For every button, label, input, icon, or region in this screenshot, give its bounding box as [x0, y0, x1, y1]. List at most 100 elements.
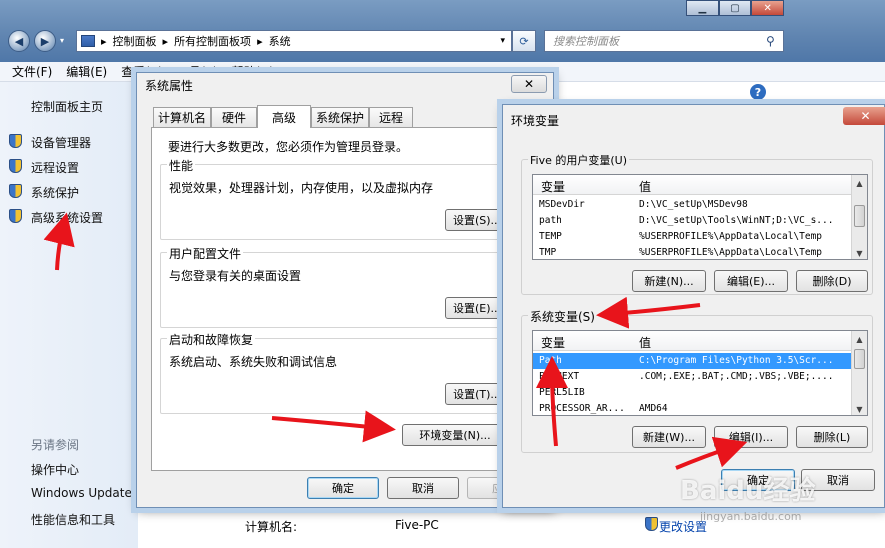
system-edit-button[interactable]: 编辑(I)...: [714, 426, 788, 448]
close-icon[interactable]: ✕: [751, 0, 785, 16]
remote-settings-link[interactable]: 远程设置: [31, 159, 79, 176]
scroll-down-icon[interactable]: ▼: [852, 245, 867, 259]
list-item[interactable]: path D:\VC_setUp\Tools\WinNT;D:\VC_s...: [533, 213, 853, 229]
group-title: 性能: [167, 157, 196, 174]
variable-value: D:\VC_setUp\Tools\WinNT;D:\VC_s...: [639, 215, 834, 226]
tab-advanced[interactable]: 高级: [257, 105, 311, 128]
variable-name: PERL5LIB: [539, 387, 585, 398]
tab-hardware[interactable]: 硬件: [211, 107, 257, 127]
system-new-button[interactable]: 新建(W)...: [632, 426, 706, 448]
scrollbar-thumb[interactable]: [854, 205, 865, 227]
address-bar[interactable]: ▸ 控制面板 ▸ 所有控制面板项 ▸ 系统 ▾: [76, 30, 512, 52]
shield-icon: [9, 159, 22, 173]
scroll-down-icon[interactable]: ▼: [852, 401, 867, 415]
minimize-icon[interactable]: ▁: [686, 0, 719, 16]
variable-value: %USERPROFILE%\AppData\Local\Temp: [639, 247, 823, 258]
shield-icon: [645, 517, 658, 531]
system-delete-button[interactable]: 删除(L): [796, 426, 868, 448]
dialog-title: 系统属性: [145, 79, 194, 93]
menu-file[interactable]: 文件(F): [12, 63, 52, 80]
list-header: 变量 值: [533, 175, 853, 195]
performance-group: 性能 视觉效果，处理器计划，内存使用，以及虚拟内存 设置(S)...: [160, 157, 536, 240]
tab-system-protection[interactable]: 系统保护: [311, 107, 369, 127]
group-title: 用户配置文件: [167, 245, 244, 262]
breadcrumb-item[interactable]: 控制面板: [113, 33, 157, 49]
watermark-url: jingyan.baidu.com: [700, 510, 802, 523]
vertical-scrollbar[interactable]: ▲ ▼: [851, 175, 867, 259]
device-manager-link[interactable]: 设备管理器: [31, 134, 91, 151]
search-input[interactable]: 搜索控制面板: [544, 30, 784, 52]
user-profiles-settings-button[interactable]: 设置(E)...: [445, 297, 509, 319]
environment-variables-button[interactable]: 环境变量(N)...: [402, 424, 508, 446]
scroll-up-icon[interactable]: ▲: [852, 331, 867, 347]
system-protection-link[interactable]: 系统保护: [31, 184, 79, 201]
left-navigation-pane: 控制面板主页 设备管理器 远程设置 系统保护 高级系统设置: [0, 82, 138, 548]
list-item[interactable]: PATHEXT .COM;.EXE;.BAT;.CMD;.VBS;.VBE;..…: [533, 369, 853, 385]
refresh-icon: ⟳: [519, 34, 529, 48]
scroll-up-icon[interactable]: ▲: [852, 175, 867, 191]
breadcrumb-separator-icon[interactable]: ▸: [257, 35, 263, 48]
control-panel-icon: [81, 35, 95, 47]
scrollbar-thumb[interactable]: [854, 349, 865, 369]
help-icon[interactable]: ?: [750, 84, 766, 100]
menu-edit[interactable]: 编辑(E): [66, 63, 107, 80]
forward-button[interactable]: ▶: [34, 30, 56, 52]
maximize-icon[interactable]: ▢: [718, 0, 752, 16]
breadcrumb-item[interactable]: 所有控制面板项: [174, 33, 251, 49]
control-panel-home-link[interactable]: 控制面板主页: [31, 98, 103, 115]
list-item[interactable]: TEMP %USERPROFILE%\AppData\Local\Temp: [533, 229, 853, 245]
variable-name: PATHEXT: [539, 371, 580, 382]
user-variables-list[interactable]: 变量 值 MSDevDir D:\VC_setUp\MSDev98 path D…: [532, 174, 868, 260]
search-icon[interactable]: ⚲: [766, 34, 775, 48]
close-button[interactable]: ✕: [511, 75, 547, 93]
list-item[interactable]: PROCESSOR_AR... AMD64: [533, 401, 853, 415]
breadcrumb-separator-icon[interactable]: ▸: [163, 35, 169, 48]
variable-value: AMD64: [639, 403, 668, 414]
vertical-scrollbar[interactable]: ▲ ▼: [851, 331, 867, 415]
column-variable[interactable]: 变量: [541, 334, 565, 351]
breadcrumb-item[interactable]: 系统: [269, 33, 291, 49]
refresh-button[interactable]: ⟳: [512, 30, 536, 52]
list-item[interactable]: PERL5LIB: [533, 385, 853, 401]
system-properties-dialog: 系统属性 ✕ 计算机名 硬件 高级 系统保护 远程 要进行大多数更改，您必须作为…: [136, 72, 554, 508]
column-value[interactable]: 值: [639, 178, 651, 195]
history-chevron-icon[interactable]: ▾: [60, 36, 64, 45]
variable-name: TEMP: [539, 231, 562, 242]
breadcrumb-separator-icon[interactable]: ▸: [101, 35, 107, 48]
close-button[interactable]: ✕: [843, 107, 885, 125]
system-variables-list[interactable]: 变量 值 Path C:\Program Files\Python 3.5\Sc…: [532, 330, 868, 416]
performance-settings-button[interactable]: 设置(S)...: [445, 209, 509, 231]
action-center-link[interactable]: 操作中心: [31, 461, 79, 478]
advanced-tab-panel: 要进行大多数更改，您必须作为管理员登录。 性能 视觉效果，处理器计划，内存使用，…: [151, 127, 541, 471]
user-new-button[interactable]: 新建(N)...: [632, 270, 706, 292]
startup-recovery-settings-button[interactable]: 设置(T)...: [445, 383, 509, 405]
variable-name: path: [539, 215, 562, 226]
system-variables-group: 系统变量(S) 变量 值 Path C:\Program Files\Pytho…: [521, 308, 873, 453]
performance-info-link[interactable]: 性能信息和工具: [31, 511, 115, 528]
column-value[interactable]: 值: [639, 334, 651, 351]
list-item[interactable]: TMP %USERPROFILE%\AppData\Local\Temp: [533, 245, 853, 259]
group-description: 视觉效果，处理器计划，内存使用，以及虚拟内存: [169, 181, 434, 195]
list-item-selected[interactable]: Path C:\Program Files\Python 3.5\Scr...: [533, 353, 853, 369]
dropdown-chevron-icon[interactable]: ▾: [500, 36, 505, 46]
variable-name: PROCESSOR_AR...: [539, 403, 625, 414]
group-description: 系统启动、系统失败和调试信息: [169, 355, 338, 369]
column-variable[interactable]: 变量: [541, 178, 565, 195]
cancel-button[interactable]: 取消: [387, 477, 459, 499]
list-item[interactable]: MSDevDir D:\VC_setUp\MSDev98: [533, 197, 853, 213]
ok-button[interactable]: 确定: [307, 477, 379, 499]
advanced-system-settings-link[interactable]: 高级系统设置: [31, 209, 103, 226]
group-title: 启动和故障恢复: [167, 331, 256, 348]
environment-variables-dialog: 环境变量 ✕ Five 的用户变量(U) 变量 值 MSDevDir D:\VC…: [502, 104, 885, 508]
user-edit-button[interactable]: 编辑(E)...: [714, 270, 788, 292]
computer-name-label: 计算机名:: [245, 520, 298, 534]
user-delete-button[interactable]: 删除(D): [796, 270, 868, 292]
tab-computer-name[interactable]: 计算机名: [153, 107, 211, 127]
shield-icon: [9, 209, 22, 223]
tab-remote[interactable]: 远程: [369, 107, 413, 127]
see-also-heading: 另请参阅: [31, 438, 80, 452]
back-button[interactable]: ◀: [8, 30, 30, 52]
windows-update-link[interactable]: Windows Update: [31, 486, 132, 500]
variable-name: TMP: [539, 247, 557, 258]
variable-name: MSDevDir: [539, 199, 585, 210]
